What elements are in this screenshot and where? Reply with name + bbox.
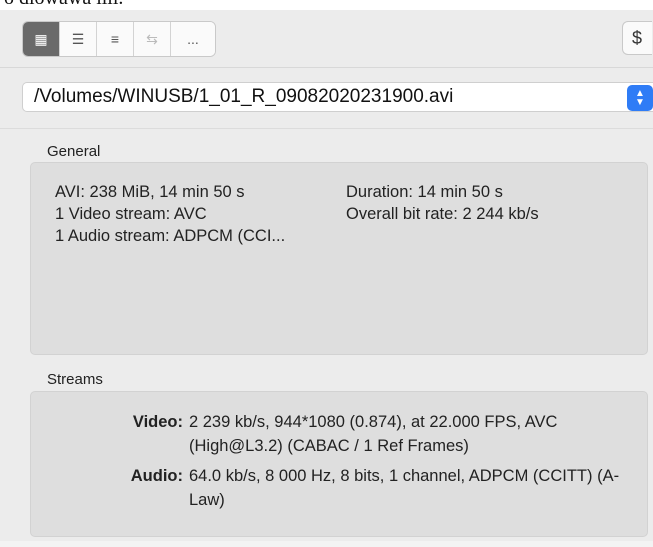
file-path: /Volumes/WINUSB/1_01_R_09082020231900.av…: [34, 86, 454, 107]
more-button[interactable]: ...: [171, 22, 215, 56]
general-section-title: General: [47, 143, 101, 160]
general-video-line: 1 Video stream: AVC: [55, 205, 207, 223]
general-summary-line: AVI: 238 MiB, 14 min 50 s: [55, 183, 245, 201]
swap-arrows-icon: ⇆: [146, 30, 158, 47]
streams-section-title: Streams: [47, 371, 103, 388]
general-bitrate: Overall bit rate: 2 244 kb/s: [346, 205, 539, 223]
video-stream-value: 2 239 kb/s, 944*1080 (0.874), at 22.000 …: [189, 413, 558, 455]
swap-button[interactable]: ⇆: [134, 22, 171, 56]
general-panel: AVI: 238 MiB, 14 min 50 s 1 Video stream…: [30, 162, 648, 355]
outline-list-button[interactable]: ☰: [60, 22, 97, 56]
general-audio-line: 1 Audio stream: ADPCM (CCI...: [55, 227, 286, 245]
file-select[interactable]: /Volumes/WINUSB/1_01_R_09082020231900.av…: [22, 82, 653, 112]
clipped-text: o diowawa iiii.: [4, 0, 123, 10]
view-mode-toolbar: ▦ ☰ ≡ ⇆ ...: [22, 21, 216, 57]
outline-list-icon: ☰: [71, 30, 85, 47]
audio-stream-key: Audio:: [130, 467, 183, 485]
streams-panel: Video: 2 239 kb/s, 944*1080 (0.874), at …: [30, 391, 648, 537]
audio-stream-value: 64.0 kb/s, 8 000 Hz, 8 bits, 1 channel, …: [189, 467, 620, 509]
grid-view-icon: ▦: [34, 30, 48, 47]
more-label: ...: [187, 31, 199, 47]
general-duration: Duration: 14 min 50 s: [346, 183, 503, 201]
dollar-label: $: [632, 27, 643, 48]
window-bottom-edge: [0, 541, 653, 547]
text-list-button[interactable]: ≡: [97, 22, 134, 56]
divider: [0, 128, 653, 129]
text-list-icon: ≡: [110, 31, 120, 47]
divider: [0, 67, 653, 68]
grid-view-button[interactable]: ▦: [23, 22, 60, 56]
video-stream-key: Video:: [132, 413, 183, 431]
dropdown-stepper-icon[interactable]: ▲ ▼: [627, 85, 653, 111]
dollar-button[interactable]: $: [622, 21, 652, 55]
clipped-top-text: o diowawa iiii.: [0, 0, 653, 10]
